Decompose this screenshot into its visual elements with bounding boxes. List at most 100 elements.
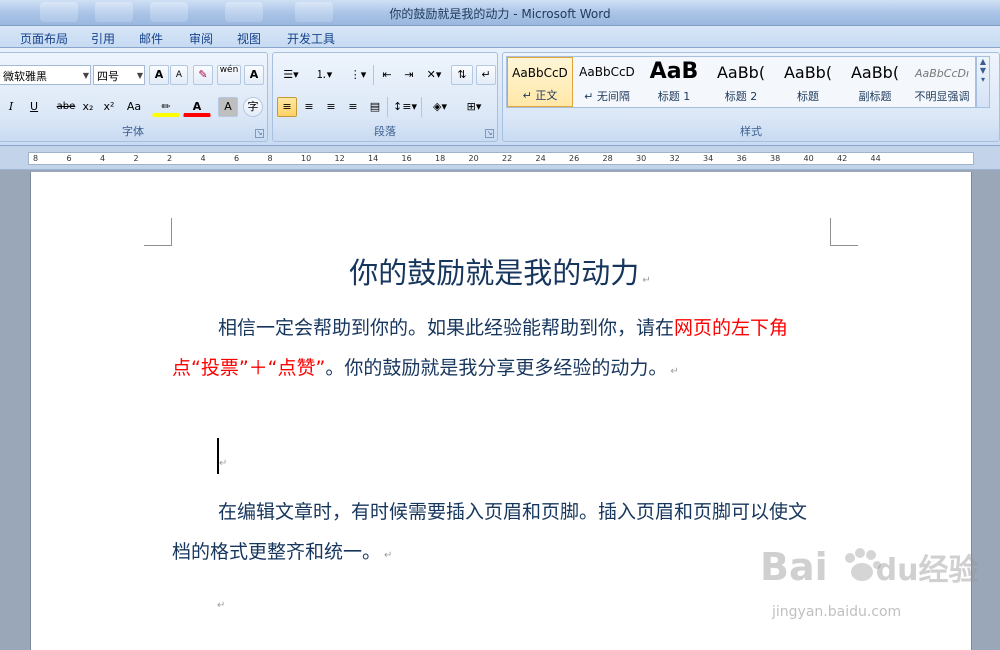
style-normal[interactable]: AaBbCcD ↵ 正文 (507, 57, 573, 107)
tab-review[interactable]: 审阅 (189, 30, 213, 47)
divider (421, 97, 422, 117)
document-title[interactable]: 你的鼓励就是我的动力 ↵ (0, 250, 1000, 292)
tab-page-layout[interactable]: 页面布局 (20, 30, 68, 47)
font-color-button[interactable]: A (183, 97, 211, 117)
font-name-value: 微软雅黑 (3, 70, 47, 83)
ruler-number: 16 (401, 154, 412, 163)
increase-indent-icon[interactable]: ⇥ (399, 65, 419, 85)
font-name-field[interactable]: 微软雅黑 ▼ (0, 65, 91, 85)
justify-icon[interactable]: ≡ (343, 97, 363, 117)
gallery-scroll[interactable]: ▲ ▼ ▾ (976, 56, 990, 108)
grow-font-button[interactable]: A (149, 65, 169, 85)
italic-button[interactable]: I (3, 97, 19, 117)
superscript-button[interactable]: x² (100, 97, 118, 117)
underline-button[interactable]: U (23, 97, 45, 117)
ruler-track: 8 6 4 2 2 4 6 8 10 12 14 16 18 20 22 24 26 28 30 32 34 36 38 40… (28, 152, 974, 165)
multilevel-list-icon[interactable]: ⋮▾ (343, 65, 373, 85)
style-heading-2[interactable]: AaBb( 标题 2 (708, 57, 774, 107)
red-text: 网页的 (674, 317, 732, 339)
enclose-char-button[interactable]: 字 (243, 97, 263, 117)
style-sample: AaBb( (716, 63, 766, 82)
subscript-button[interactable]: x₂ (79, 97, 97, 117)
style-subtle-emphasis[interactable]: AaBbCcDı 不明显强调 (909, 57, 975, 107)
paragraph-text: 在编辑文章时，有时候需要插入页眉和页脚。插入页眉和页脚 (218, 501, 732, 523)
sort-icon[interactable]: ⇅ (451, 65, 473, 85)
ruler-number: 34 (703, 154, 714, 163)
shading-icon[interactable]: ◈▾ (425, 97, 455, 117)
tab-view[interactable]: 视图 (237, 30, 261, 47)
style-subtitle[interactable]: AaBb( 副标题 (842, 57, 908, 107)
borders-icon[interactable]: ⊞▾ (459, 97, 489, 117)
show-marks-icon[interactable]: ↵ (476, 65, 496, 85)
empty-paragraph[interactable]: ↵ (216, 440, 866, 484)
distributed-icon[interactable]: ▤ (365, 97, 385, 117)
char-border-button[interactable]: A (244, 65, 264, 85)
ruler-number: 40 (803, 154, 814, 163)
highlight-color-button[interactable]: ✏ (152, 97, 180, 117)
watermark-text: du (875, 553, 919, 588)
ruler-number: 32 (669, 154, 680, 163)
style-sample: AaBbCcDı (914, 67, 970, 80)
decrease-indent-icon[interactable]: ⇤ (377, 65, 397, 85)
tab-developer[interactable]: 开发工具 (287, 30, 335, 47)
shrink-font-button[interactable]: A (170, 65, 188, 85)
ruler-number: 10 (301, 154, 312, 163)
font-size-field[interactable]: 四号 ▼ (93, 65, 145, 85)
align-right-icon[interactable]: ≡ (321, 97, 341, 117)
dialog-launcher-icon[interactable]: ↘ (255, 129, 264, 138)
align-center-icon[interactable]: ≡ (299, 97, 319, 117)
ribbon-tabs: 页面布局 引用 邮件 审阅 视图 开发工具 (0, 26, 1000, 48)
ruler-number: 4 (100, 154, 106, 163)
chevron-down-icon: ▼ (136, 71, 143, 80)
ruler-number: 22 (502, 154, 513, 163)
ruler-number: 42 (837, 154, 848, 163)
style-name: 标题 1 (657, 90, 691, 103)
phonetic-guide-button[interactable]: wén (217, 65, 241, 85)
ruler-number: 28 (602, 154, 613, 163)
style-name: 副标题 (858, 90, 892, 103)
style-name: 不明显强调 (914, 90, 970, 103)
tab-mailings[interactable]: 邮件 (139, 30, 163, 47)
paragraph-1[interactable]: 相信一定会帮助到你的。如果此经验能帮助到你，请在网页的左下角点“投票”＋“点赞”… (172, 308, 822, 392)
tab-references[interactable]: 引用 (91, 30, 115, 47)
style-no-spacing[interactable]: AaBbCcD ↵ 无间隔 (574, 57, 640, 107)
style-name: ↵ 正文 (522, 89, 558, 102)
paragraph-text: 力。 (629, 357, 668, 379)
char-shading-button[interactable]: A (218, 97, 238, 117)
dialog-launcher-icon[interactable]: ↘ (485, 129, 494, 138)
strikethrough-button[interactable]: abe (55, 97, 77, 117)
paragraph-text: 。你的鼓励就是我分享更多经验的动 (325, 357, 630, 379)
ruler-number: 6 (66, 154, 72, 163)
chevron-down-icon: ▼ (82, 71, 89, 80)
document-title-text: 你的鼓励就是我的动力 (349, 256, 640, 290)
chinese-layout-icon[interactable]: ✕▾ (421, 65, 447, 85)
watermark-brand: Bai du经验 (760, 545, 978, 589)
styles-gallery: AaBbCcD ↵ 正文 AaBbCcD ↵ 无间隔 AaB 标题 1 AaBb… (506, 56, 976, 108)
ruler-number: 30 (636, 154, 647, 163)
line-spacing-icon[interactable]: ↕≡▾ (391, 97, 419, 117)
ruler-number: 6 (234, 154, 240, 163)
numbering-icon[interactable]: ⒈▾ (309, 65, 339, 85)
style-name: 标题 (797, 90, 819, 103)
change-case-button[interactable]: Aa (122, 97, 146, 117)
bullets-icon[interactable]: ☰▾ (277, 65, 305, 85)
divider (373, 65, 374, 85)
ruler-number: 2 (167, 154, 173, 163)
clear-format-icon[interactable]: ✎ (193, 65, 213, 85)
style-title[interactable]: AaBb( 标题 (775, 57, 841, 107)
paragraph-mark: ↵ (642, 275, 651, 286)
align-left-icon[interactable]: ≡ (277, 97, 297, 117)
style-sample: AaBbCcD (579, 65, 635, 79)
ruler-number: 26 (569, 154, 580, 163)
title-bar: 你的鼓励就是我的动力 - Microsoft Word (0, 0, 1000, 26)
horizontal-ruler[interactable]: 8 6 4 2 2 4 6 8 10 12 14 16 18 20 22 24 26 28 30 32 34 36 38 40… (0, 146, 1000, 170)
watermark-url: jingyan.baidu.com (772, 604, 902, 620)
paragraph-2[interactable]: 在编辑文章时，有时候需要插入页眉和页脚。插入页眉和页脚可以使文档的格式更整齐和统… (172, 492, 822, 576)
font-size-value: 四号 (97, 70, 119, 83)
ruler-number: 8 (267, 154, 273, 163)
paragraph-mark: ↵ (384, 550, 393, 561)
ruler-number: 36 (736, 154, 747, 163)
watermark-text: 经验 (918, 553, 979, 588)
style-name: 标题 2 (724, 90, 758, 103)
style-heading-1[interactable]: AaB 标题 1 (641, 57, 707, 107)
